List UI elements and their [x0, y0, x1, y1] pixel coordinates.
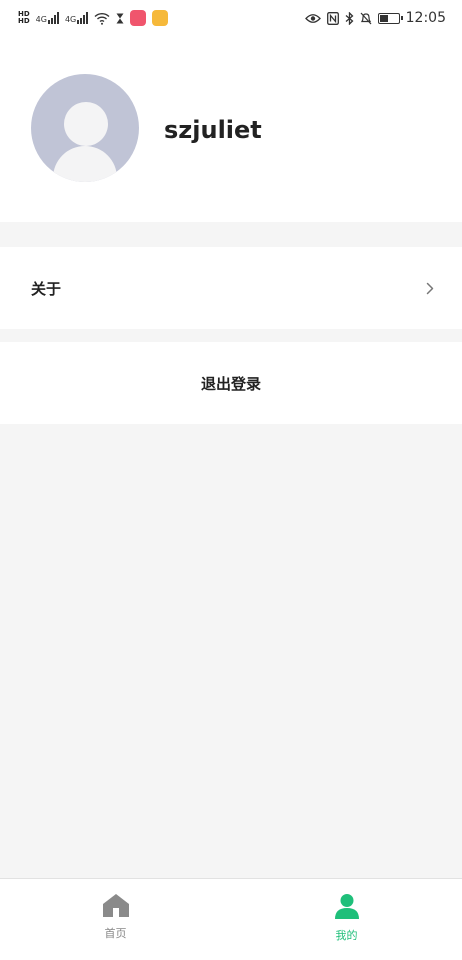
status-left: HD HD 4G 4G: [18, 10, 169, 26]
chevron-right-icon: [424, 280, 436, 296]
network-type-2: 4G: [64, 15, 77, 24]
nfc-icon: [326, 10, 339, 26]
about-row[interactable]: 关于: [0, 247, 462, 329]
eye-icon: [304, 10, 321, 26]
status-time: 12:05: [405, 10, 446, 26]
avatar-shoulders: [53, 146, 117, 182]
home-icon: [102, 893, 130, 921]
tab-mine[interactable]: 我的: [231, 879, 462, 960]
logout-label: 退出登录: [200, 374, 261, 393]
signal-2-icon: 4G: [64, 12, 89, 24]
app-notification-yellow-icon: [152, 10, 169, 26]
logout-button[interactable]: 退出登录: [0, 342, 462, 424]
avatar[interactable]: [31, 74, 139, 182]
wifi-icon: [94, 10, 110, 26]
username: szjuliet: [164, 116, 262, 144]
profile-header: szjuliet: [0, 36, 462, 222]
status-bar: HD HD 4G 4G 12:05: [0, 0, 462, 36]
tab-home[interactable]: 首页: [0, 879, 231, 960]
tab-mine-label: 我的: [335, 929, 358, 942]
mute-bell-icon: [360, 10, 372, 26]
bottom-nav: 首页 我的: [0, 878, 462, 960]
hd-badge-bottom: HD: [18, 17, 30, 25]
app-notification-red-icon: [130, 10, 147, 26]
bluetooth-icon: [345, 10, 354, 26]
avatar-head: [64, 102, 108, 146]
hourglass-icon: [116, 10, 124, 26]
about-label: 关于: [31, 279, 62, 298]
signal-1-icon: 4G: [36, 12, 59, 24]
battery-icon: [377, 12, 403, 24]
hd-badge: HD HD: [18, 11, 30, 25]
user-icon: [334, 893, 360, 923]
status-right: 12:05: [304, 10, 446, 26]
network-type-1: 4G: [35, 15, 47, 24]
tab-home-label: 首页: [104, 927, 127, 940]
